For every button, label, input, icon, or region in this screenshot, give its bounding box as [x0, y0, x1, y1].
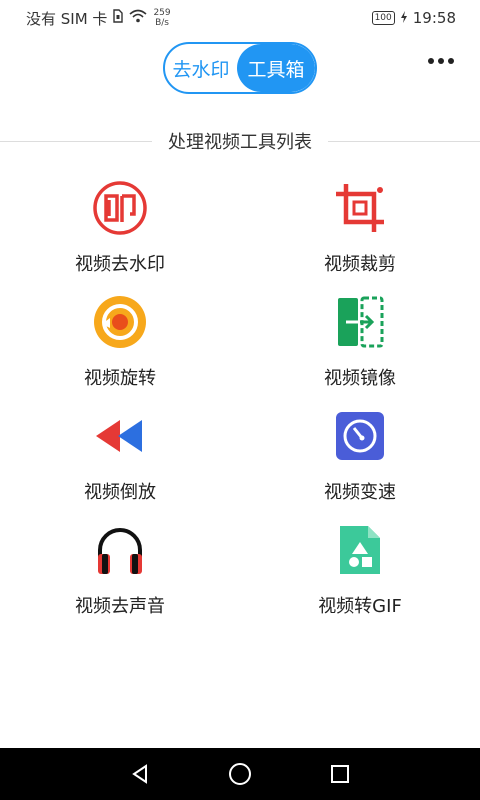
tool-speed[interactable]: 视频变速: [260, 406, 460, 504]
status-left: 没有 SIM 卡 259 B/s: [26, 8, 171, 29]
tool-reverse[interactable]: 视频倒放: [20, 406, 220, 504]
status-bar: 没有 SIM 卡 259 B/s 100 19:58: [0, 0, 480, 36]
speedometer-icon: [330, 406, 390, 466]
tool-label: 视频去声音: [75, 596, 165, 617]
tab-watermark[interactable]: 去水印: [165, 44, 237, 92]
header: 去水印 工具箱: [0, 36, 480, 100]
tool-label: 视频变速: [324, 482, 396, 503]
watermark-stamp-icon: [90, 178, 150, 238]
speed-value: 259: [153, 8, 171, 18]
back-icon[interactable]: [120, 754, 160, 794]
more-dot: [438, 58, 444, 64]
tab-toolbox[interactable]: 工具箱: [237, 44, 315, 92]
more-menu-icon[interactable]: [428, 58, 454, 64]
charging-icon: [400, 9, 407, 27]
mode-switch: 去水印 工具箱: [163, 42, 317, 94]
tool-label: 视频镜像: [324, 368, 396, 389]
tool-label: 视频去水印: [75, 254, 165, 275]
gif-file-icon: [330, 520, 390, 580]
recents-icon[interactable]: [320, 754, 360, 794]
tool-label: 视频裁剪: [324, 254, 396, 275]
home-icon[interactable]: [220, 754, 260, 794]
section-title: 处理视频工具列表: [168, 132, 312, 153]
carrier-text: 没有 SIM 卡: [26, 9, 108, 28]
crop-icon: [330, 178, 390, 238]
tool-label: 视频旋转: [84, 368, 156, 389]
more-dot: [428, 58, 434, 64]
system-nav-bar: [0, 748, 480, 800]
status-right: 100 19:58: [371, 9, 456, 27]
wifi-icon: [129, 9, 147, 27]
speed-unit: B/s: [155, 18, 169, 28]
mirror-icon: [330, 292, 390, 352]
tool-crop[interactable]: 视频裁剪: [260, 178, 460, 276]
divider-right: [328, 140, 480, 142]
tool-label: 视频倒放: [84, 482, 156, 503]
tool-remove-watermark[interactable]: 视频去水印: [20, 178, 220, 276]
section-header: 处理视频工具列表: [0, 126, 480, 156]
tool-gif[interactable]: 视频转GIF: [260, 520, 460, 618]
more-dot: [448, 58, 454, 64]
tool-mirror[interactable]: 视频镜像: [260, 292, 460, 390]
tool-label: 视频转GIF: [318, 596, 402, 617]
rewind-icon: [90, 406, 150, 466]
tool-mute[interactable]: 视频去声音: [20, 520, 220, 618]
divider-left: [0, 140, 152, 142]
network-speed: 259 B/s: [153, 8, 170, 28]
sim-icon: [113, 9, 124, 27]
battery-level: 100: [374, 13, 392, 23]
tool-rotate[interactable]: 视频旋转: [20, 292, 220, 390]
battery-icon: 100: [371, 11, 395, 25]
clock: 19:58: [412, 9, 456, 27]
headphones-icon: [90, 520, 150, 580]
rotate-icon: [90, 292, 150, 352]
